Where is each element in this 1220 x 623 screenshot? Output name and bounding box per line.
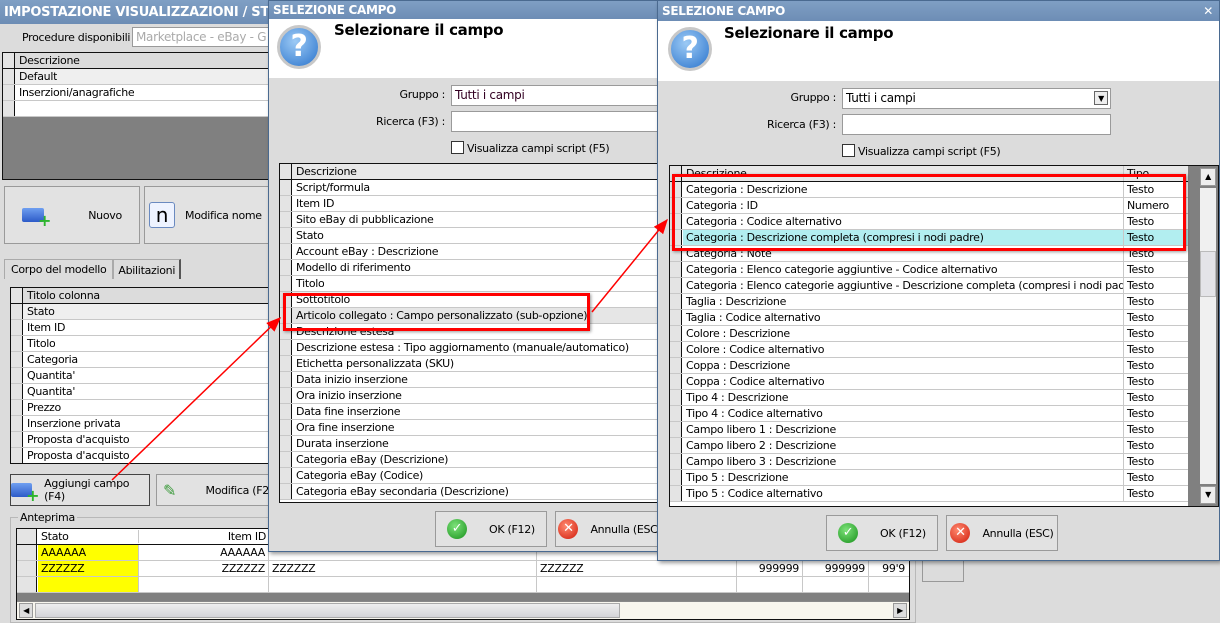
arrow-to-dialog1 <box>111 316 282 481</box>
annotation-arrows <box>111 218 668 481</box>
arrow-to-dialog2 <box>591 218 668 313</box>
